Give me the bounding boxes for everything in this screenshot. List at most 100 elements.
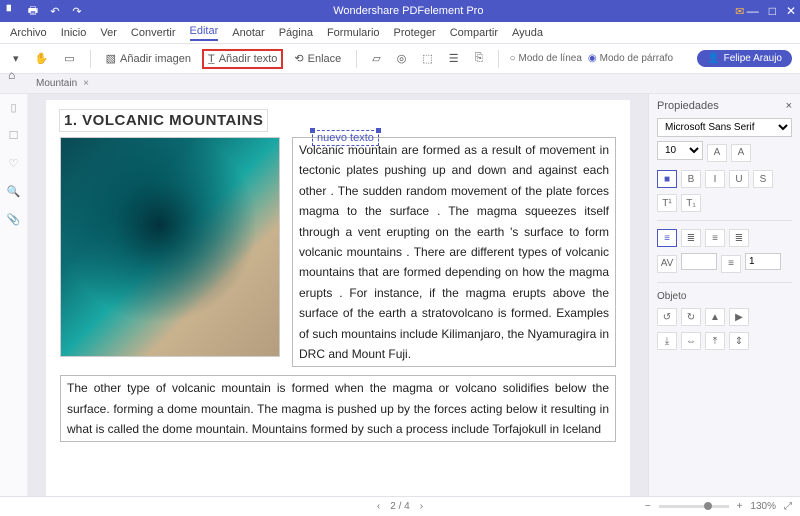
heading-1[interactable]: 1. VOLCANIC MOUNTAINS bbox=[60, 110, 267, 131]
paragraph-mode-radio[interactable]: ◉Modo de párrafo bbox=[588, 53, 673, 64]
underline-button[interactable]: U bbox=[729, 170, 749, 188]
document-tab[interactable]: Mountain × bbox=[28, 78, 97, 89]
workspace: ▯ ☐ ♡ 🔍 📎 1. VOLCANIC MOUNTAINS nuevo te… bbox=[0, 94, 800, 496]
prev-page-icon[interactable]: ‹ bbox=[377, 501, 380, 512]
subscript-icon[interactable]: T₁ bbox=[681, 194, 701, 212]
maximize-icon[interactable]: □ bbox=[769, 4, 776, 18]
panel-close-icon[interactable]: × bbox=[786, 100, 792, 112]
line-mode-radio[interactable]: ○Modo de línea bbox=[509, 53, 581, 64]
app-title: Wondershare PDFelement Pro bbox=[84, 5, 733, 17]
superscript-icon[interactable]: T¹ bbox=[657, 194, 677, 212]
align-left-icon[interactable]: ≡ bbox=[657, 229, 677, 247]
menu-archivo[interactable]: Archivo bbox=[10, 27, 47, 39]
separator bbox=[498, 50, 499, 68]
add-image-button[interactable]: ▧ Añadir imagen bbox=[101, 49, 196, 68]
menu-ver[interactable]: Ver bbox=[100, 27, 117, 39]
left-rail: ▯ ☐ ♡ 🔍 📎 bbox=[0, 94, 28, 496]
background-icon[interactable]: ⬚ bbox=[417, 49, 437, 68]
font-color-icon[interactable]: ■ bbox=[657, 170, 677, 188]
thumbnails-icon[interactable]: ▯ bbox=[7, 100, 21, 114]
print-icon[interactable]: 🖶 bbox=[26, 4, 40, 18]
close-icon[interactable]: ✕ bbox=[786, 4, 796, 18]
rotate-left-icon[interactable]: ↺ bbox=[657, 308, 677, 326]
menu-ayuda[interactable]: Ayuda bbox=[512, 27, 543, 39]
text-block-right[interactable]: Volcanic mountain are formed as a result… bbox=[292, 137, 616, 367]
notify-icon[interactable]: ✉ bbox=[733, 4, 747, 18]
align-center-icon[interactable]: ≣ bbox=[681, 229, 701, 247]
tab-close-icon[interactable]: × bbox=[83, 78, 89, 89]
home-icon[interactable]: ⌂ bbox=[8, 68, 15, 82]
menu-inicio[interactable]: Inicio bbox=[61, 27, 87, 39]
status-bar: ‹ 2 / 4 › − + 130% ⤢ bbox=[0, 496, 800, 516]
user-icon: 👤 bbox=[707, 53, 719, 64]
header-footer-icon[interactable]: ☰ bbox=[444, 49, 464, 68]
line-spacing-icon[interactable]: ≡ bbox=[721, 255, 741, 273]
bates-icon[interactable]: ⎘ bbox=[470, 49, 489, 68]
align-obj-right-icon[interactable]: ⤒ bbox=[705, 332, 725, 350]
flip-horizontal-icon[interactable]: ▶ bbox=[729, 308, 749, 326]
rotate-right-icon[interactable]: ↻ bbox=[681, 308, 701, 326]
decrease-font-icon[interactable]: A bbox=[707, 144, 727, 162]
italic-button[interactable]: I bbox=[705, 170, 725, 188]
divider bbox=[657, 220, 792, 221]
link-label: Enlace bbox=[308, 53, 342, 65]
menu-editar[interactable]: Editar bbox=[190, 25, 219, 41]
separator bbox=[90, 50, 91, 68]
align-justify-icon[interactable]: ≣ bbox=[729, 229, 749, 247]
image-icon: ▧ bbox=[106, 52, 116, 65]
zoom-slider[interactable] bbox=[659, 505, 729, 508]
select-tool-icon[interactable]: ▾ bbox=[8, 49, 24, 68]
increase-font-icon[interactable]: A bbox=[731, 144, 751, 162]
document-canvas[interactable]: 1. VOLCANIC MOUNTAINS nuevo texto Volcan… bbox=[28, 94, 648, 496]
flip-vertical-icon[interactable]: ▲ bbox=[705, 308, 725, 326]
page: 1. VOLCANIC MOUNTAINS nuevo texto Volcan… bbox=[46, 100, 630, 496]
watermark-icon[interactable]: ◎ bbox=[392, 49, 412, 68]
properties-title: Propiedades bbox=[657, 100, 719, 112]
menu-formulario[interactable]: Formulario bbox=[327, 27, 380, 39]
window-controls: — □ ✕ bbox=[747, 4, 796, 18]
menu-anotar[interactable]: Anotar bbox=[232, 27, 264, 39]
menu-bar: Archivo Inicio Ver Convertir Editar Anot… bbox=[0, 22, 800, 44]
search-icon[interactable]: 🔍 bbox=[7, 184, 21, 198]
user-badge[interactable]: 👤 Felipe Araujo bbox=[697, 50, 792, 67]
minimize-icon[interactable]: — bbox=[747, 4, 759, 18]
font-family-select[interactable]: Microsoft Sans Serif bbox=[657, 118, 792, 137]
page-indicator[interactable]: 2 / 4 bbox=[390, 501, 409, 512]
line-spacing-input[interactable] bbox=[745, 253, 781, 270]
titlebar-left-icons: ▘ 🖶 ↶ ↷ bbox=[4, 4, 84, 18]
text-icon: T̲ bbox=[208, 53, 215, 65]
menu-compartir[interactable]: Compartir bbox=[450, 27, 498, 39]
hand-tool-icon[interactable]: ✋ bbox=[30, 49, 54, 68]
bookmarks-icon[interactable]: ☐ bbox=[7, 128, 21, 142]
outline-icon[interactable]: ♡ bbox=[7, 156, 21, 170]
align-obj-left-icon[interactable]: ⤓ bbox=[657, 332, 677, 350]
bold-button[interactable]: B bbox=[681, 170, 701, 188]
align-right-icon[interactable]: ≡ bbox=[705, 229, 725, 247]
zoom-in-icon[interactable]: + bbox=[737, 501, 743, 512]
fit-width-icon[interactable]: ⤢ bbox=[784, 501, 792, 512]
align-obj-center-icon[interactable]: ⇔ bbox=[681, 332, 701, 350]
font-size-select[interactable]: 10 bbox=[657, 141, 703, 160]
edit-toolbar: ▾ ✋ ▭ ▧ Añadir imagen T̲ Añadir texto ⟲ … bbox=[0, 44, 800, 74]
edit-object-icon[interactable]: ▭ bbox=[59, 49, 79, 68]
crop-icon[interactable]: ▱ bbox=[367, 49, 385, 68]
undo-icon[interactable]: ↶ bbox=[48, 4, 62, 18]
zoom-out-icon[interactable]: − bbox=[645, 501, 651, 512]
menu-proteger[interactable]: Proteger bbox=[394, 27, 436, 39]
add-text-button[interactable]: T̲ Añadir texto bbox=[202, 49, 283, 69]
strike-button[interactable]: S bbox=[753, 170, 773, 188]
text-block-bottom[interactable]: The other type of volcanic mountain is f… bbox=[60, 375, 616, 442]
menu-convertir[interactable]: Convertir bbox=[131, 27, 176, 39]
char-spacing-icon[interactable]: AV bbox=[657, 255, 677, 273]
properties-panel: Propiedades × Microsoft Sans Serif 10 A … bbox=[648, 94, 800, 496]
link-button[interactable]: ⟲ Enlace bbox=[289, 49, 346, 68]
new-text-box[interactable]: nuevo texto bbox=[312, 130, 379, 146]
user-name: Felipe Araujo bbox=[724, 53, 782, 64]
redo-icon[interactable]: ↷ bbox=[70, 4, 84, 18]
char-spacing-input[interactable] bbox=[681, 253, 717, 270]
attachments-icon[interactable]: 📎 bbox=[7, 212, 21, 226]
next-page-icon[interactable]: › bbox=[420, 501, 423, 512]
document-image[interactable] bbox=[60, 137, 280, 357]
menu-pagina[interactable]: Página bbox=[279, 27, 313, 39]
distribute-icon[interactable]: ⇕ bbox=[729, 332, 749, 350]
